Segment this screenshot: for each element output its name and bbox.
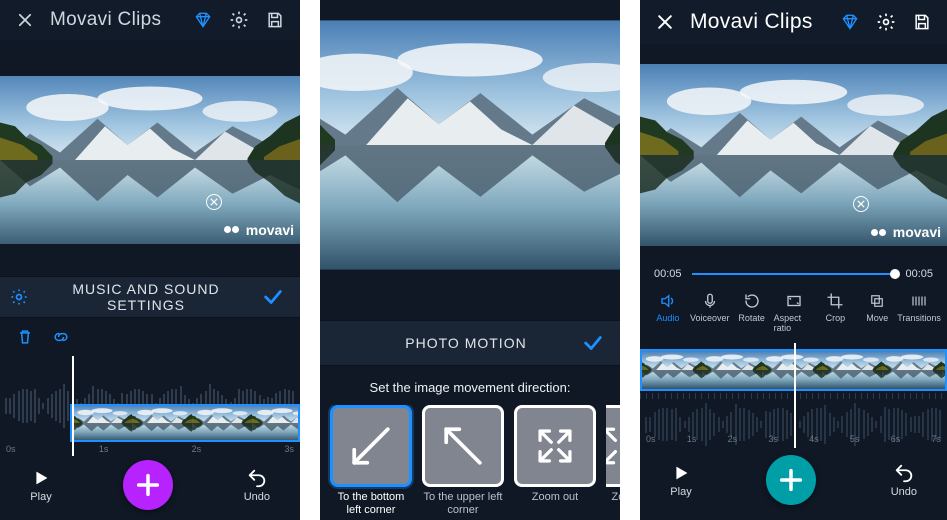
motion-tile-bottom-left[interactable]: [330, 405, 412, 487]
section-header-motion: PHOTO MOTION: [320, 320, 620, 366]
topbar: Movavi Clips: [640, 0, 947, 44]
tool-move[interactable]: Move: [857, 292, 897, 333]
tool-audio[interactable]: Audio: [648, 292, 688, 333]
motion-label: Zoo: [612, 491, 620, 504]
play-button[interactable]: Play: [30, 467, 52, 503]
add-fab-button[interactable]: [123, 460, 173, 510]
time-ticks: 0s 1s 2s 3s 4s 5s 6s 7s: [640, 434, 947, 446]
app-title: Movavi Clips: [50, 9, 178, 31]
video-preview[interactable]: movavi: [0, 76, 300, 244]
panel-tools: Movavi Clips movavi 00:05 00:05 A: [640, 0, 947, 520]
watermark-close-icon[interactable]: [853, 196, 869, 212]
time-current: 00:05: [654, 268, 682, 280]
play-button[interactable]: Play: [670, 462, 692, 498]
tool-voiceover[interactable]: Voiceover: [690, 292, 730, 333]
save-icon[interactable]: [911, 11, 933, 33]
motion-option-zoom-in-partial: Zoo: [606, 405, 620, 516]
playhead[interactable]: [72, 356, 74, 456]
watermark-close-icon[interactable]: [206, 194, 222, 210]
motion-tile-upper-left[interactable]: [422, 405, 504, 487]
tool-transitions[interactable]: Transitions: [899, 292, 939, 333]
close-icon[interactable]: [654, 11, 676, 33]
link-audio-icon[interactable]: [50, 326, 72, 348]
motion-tile-zoom-in[interactable]: [606, 405, 620, 487]
panel-photo-motion: PHOTO MOTION Set the image movement dire…: [320, 0, 620, 520]
motion-option-bottom-left: To the bottom left corner: [330, 405, 412, 516]
aspect-ratio-icon: [785, 292, 803, 310]
motion-tile-zoom-out[interactable]: [514, 405, 596, 487]
instruction-text: Set the image movement direction:: [320, 366, 620, 405]
time-ticks: 0s 1s 2s 3s: [0, 444, 300, 456]
delete-audio-icon[interactable]: [14, 326, 36, 348]
rotate-icon: [743, 292, 761, 310]
motion-label: To the upper left corner: [422, 491, 504, 516]
crop-icon: [826, 292, 844, 310]
video-preview[interactable]: [320, 10, 620, 280]
tool-crop[interactable]: Crop: [815, 292, 855, 333]
motion-option-zoom-out: Zoom out: [514, 405, 596, 516]
section-header-music: MUSIC AND SOUND SETTINGS: [0, 276, 300, 318]
section-label: MUSIC AND SOUND SETTINGS: [40, 281, 252, 313]
clip-thumbnail-strip[interactable]: [70, 404, 300, 442]
watermark-label: movavi: [893, 224, 941, 240]
move-icon: [868, 292, 886, 310]
motion-options: To the bottom left corner To the upper l…: [320, 405, 620, 518]
tool-rotate[interactable]: Rotate: [732, 292, 772, 333]
section-gear-icon[interactable]: [8, 286, 30, 308]
save-icon[interactable]: [264, 9, 286, 31]
sound-action-row: [0, 318, 300, 356]
motion-label: To the bottom left corner: [330, 491, 412, 516]
progress-row: 00:05 00:05: [640, 246, 947, 284]
topbar: Movavi Clips: [0, 0, 300, 40]
voiceover-icon: [701, 292, 719, 310]
section-label: PHOTO MOTION: [360, 335, 572, 351]
premium-diamond-icon[interactable]: [192, 9, 214, 31]
progress-handle[interactable]: [890, 269, 900, 279]
confirm-check-icon[interactable]: [582, 332, 604, 354]
motion-option-upper-left: To the upper left corner: [422, 405, 504, 516]
time-total: 00:05: [905, 268, 933, 280]
confirm-check-icon[interactable]: [262, 286, 284, 308]
playhead[interactable]: [794, 343, 796, 448]
undo-button[interactable]: Undo: [244, 467, 270, 503]
transitions-icon: [910, 292, 928, 310]
waveform-timeline[interactable]: 0s 1s 2s 3s: [0, 356, 300, 456]
settings-gear-icon[interactable]: [875, 11, 897, 33]
settings-gear-icon[interactable]: [228, 9, 250, 31]
close-icon[interactable]: [14, 9, 36, 31]
app-title: Movavi Clips: [690, 10, 825, 34]
progress-slider[interactable]: [692, 273, 896, 275]
motion-label: Zoom out: [532, 491, 578, 504]
panel-music-settings: Movavi Clips movavi MUSIC AND SOUND SETT…: [0, 0, 300, 520]
timeline-area[interactable]: 0s 1s 2s 3s 4s 5s 6s 7s: [640, 343, 947, 448]
tool-aspect-ratio[interactable]: Aspect ratio: [774, 292, 814, 333]
watermark: movavi: [871, 224, 941, 240]
watermark-label: movavi: [246, 222, 294, 238]
tool-row: Audio Voiceover Rotate Aspect ratio Crop…: [640, 284, 947, 343]
video-preview[interactable]: movavi: [640, 64, 947, 246]
bottom-bar: Play Undo: [0, 456, 300, 520]
premium-diamond-icon[interactable]: [839, 11, 861, 33]
watermark: movavi: [224, 222, 294, 238]
audio-icon: [659, 292, 677, 310]
add-fab-button[interactable]: [766, 455, 816, 505]
undo-button[interactable]: Undo: [891, 462, 917, 498]
bottom-bar: Play Undo: [640, 448, 947, 518]
